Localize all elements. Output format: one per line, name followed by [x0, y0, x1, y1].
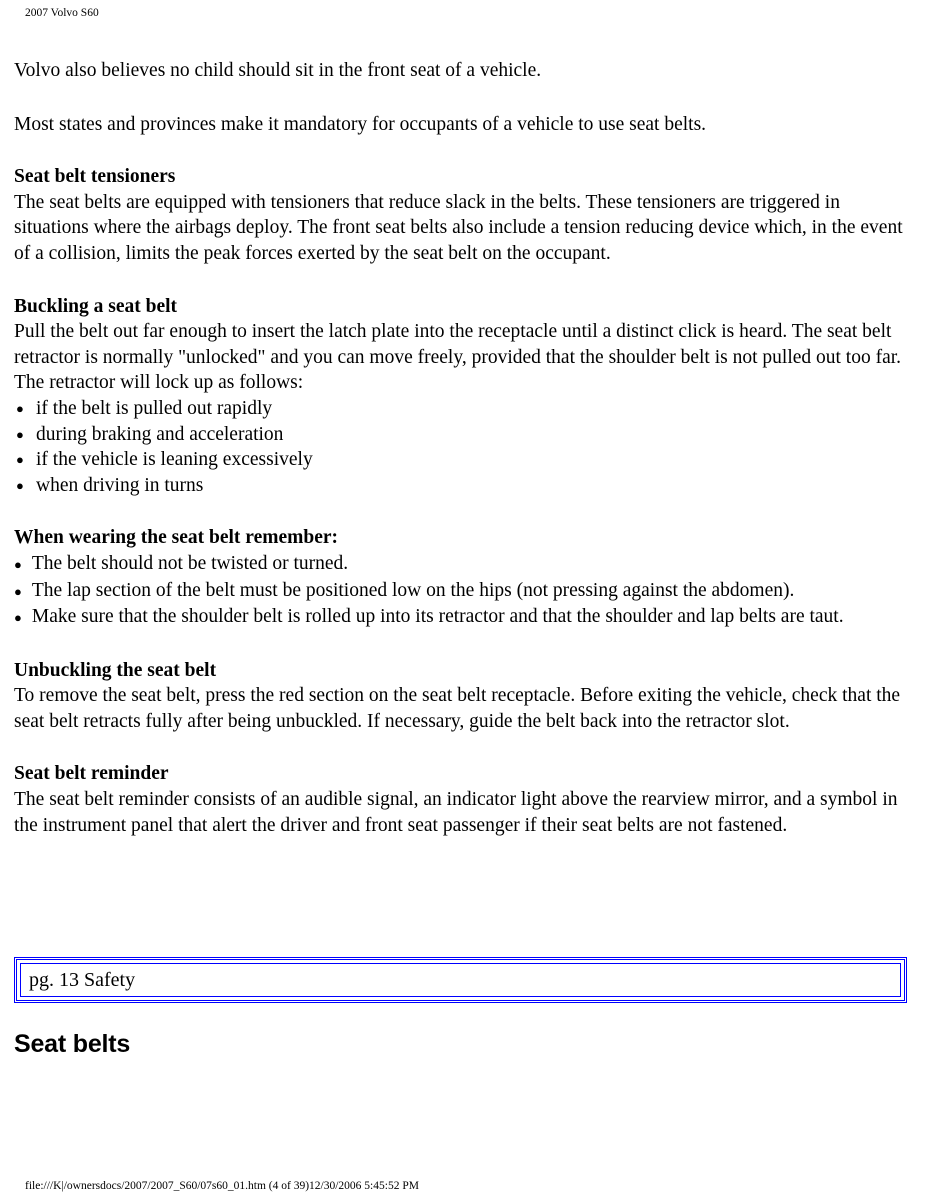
print-footer: file:///K|/ownersdocs/2007/2007_S60/07s6… [25, 1180, 419, 1192]
list-item: ● during braking and acceleration [14, 422, 904, 448]
section-body-buckling-a-seat-belt: Pull the belt out far enough to insert t… [14, 321, 902, 394]
list-item-label: during braking and acceleration [36, 423, 284, 445]
section-heading-seat-belt-tensioners: Seat belt tensioners [14, 166, 176, 188]
bullet-icon: ● [14, 556, 22, 572]
list-item: ● Make sure that the shoulder belt is rol… [14, 604, 904, 631]
page-reference-box-inner: pg. 13 Safety [20, 963, 901, 997]
bullet-icon: ● [14, 583, 22, 599]
print-header: 2007 Volvo S60 [25, 7, 99, 19]
list-item-label: The lap section of the belt must be posi… [31, 579, 795, 601]
bullet-icon: ● [16, 477, 24, 493]
page-reference-link[interactable]: pg. 13 Safety [29, 968, 135, 992]
document-content: Volvo also believes no child should sit … [14, 58, 904, 838]
intro-paragraph-2: Most states and provinces make it mandat… [14, 113, 707, 135]
section-heading-buckling-a-seat-belt: Buckling a seat belt [14, 295, 178, 317]
section-body-seat-belt-tensioners: The seat belts are equipped with tension… [14, 191, 903, 264]
list-item: ● when driving in turns [14, 473, 904, 499]
list-item: ● if the belt is pulled out rapidly [14, 396, 904, 422]
section-heading-when-wearing-the-seat-belt-remember: When wearing the seat belt remember: [14, 527, 339, 549]
bullet-icon: ● [16, 400, 24, 416]
section-heading-seat-belt-reminder: Seat belt reminder [14, 763, 169, 785]
bullet-icon: ● [14, 610, 22, 626]
document-page: 2007 Volvo S60 Volvo also believes no ch… [0, 0, 927, 1200]
list-item: ● The belt should not be twisted or turne… [14, 551, 904, 578]
bullet-icon: ● [16, 452, 24, 468]
list-item-label: The belt should not be twisted or turned… [31, 552, 349, 574]
section-heading-unbuckling-the-seat-belt: Unbuckling the seat belt [14, 659, 217, 681]
section-body-seat-belt-reminder: The seat belt reminder consists of an au… [14, 789, 898, 836]
list-item: ● if the vehicle is leaning excessively [14, 447, 904, 473]
list-retractor-lock-conditions: ● if the belt is pulled out rapidly ● du… [14, 396, 904, 498]
list-wearing-reminders: ● The belt should not be twisted or turne… [14, 551, 904, 631]
bullet-icon: ● [16, 426, 24, 442]
page-title: Seat belts [14, 1030, 131, 1058]
list-item-label: if the vehicle is leaning excessively [36, 449, 313, 471]
list-item-label: Make sure that the shoulder belt is roll… [31, 606, 844, 628]
intro-paragraph-1: Volvo also believes no child should sit … [14, 60, 542, 81]
list-item: ● The lap section of the belt must be pos… [14, 578, 904, 605]
page-reference-box[interactable]: pg. 13 Safety [14, 957, 907, 1003]
list-item-label: when driving in turns [36, 474, 204, 496]
list-item-label: if the belt is pulled out rapidly [36, 397, 273, 419]
section-body-unbuckling-the-seat-belt: To remove the seat belt, press the red s… [14, 685, 901, 732]
